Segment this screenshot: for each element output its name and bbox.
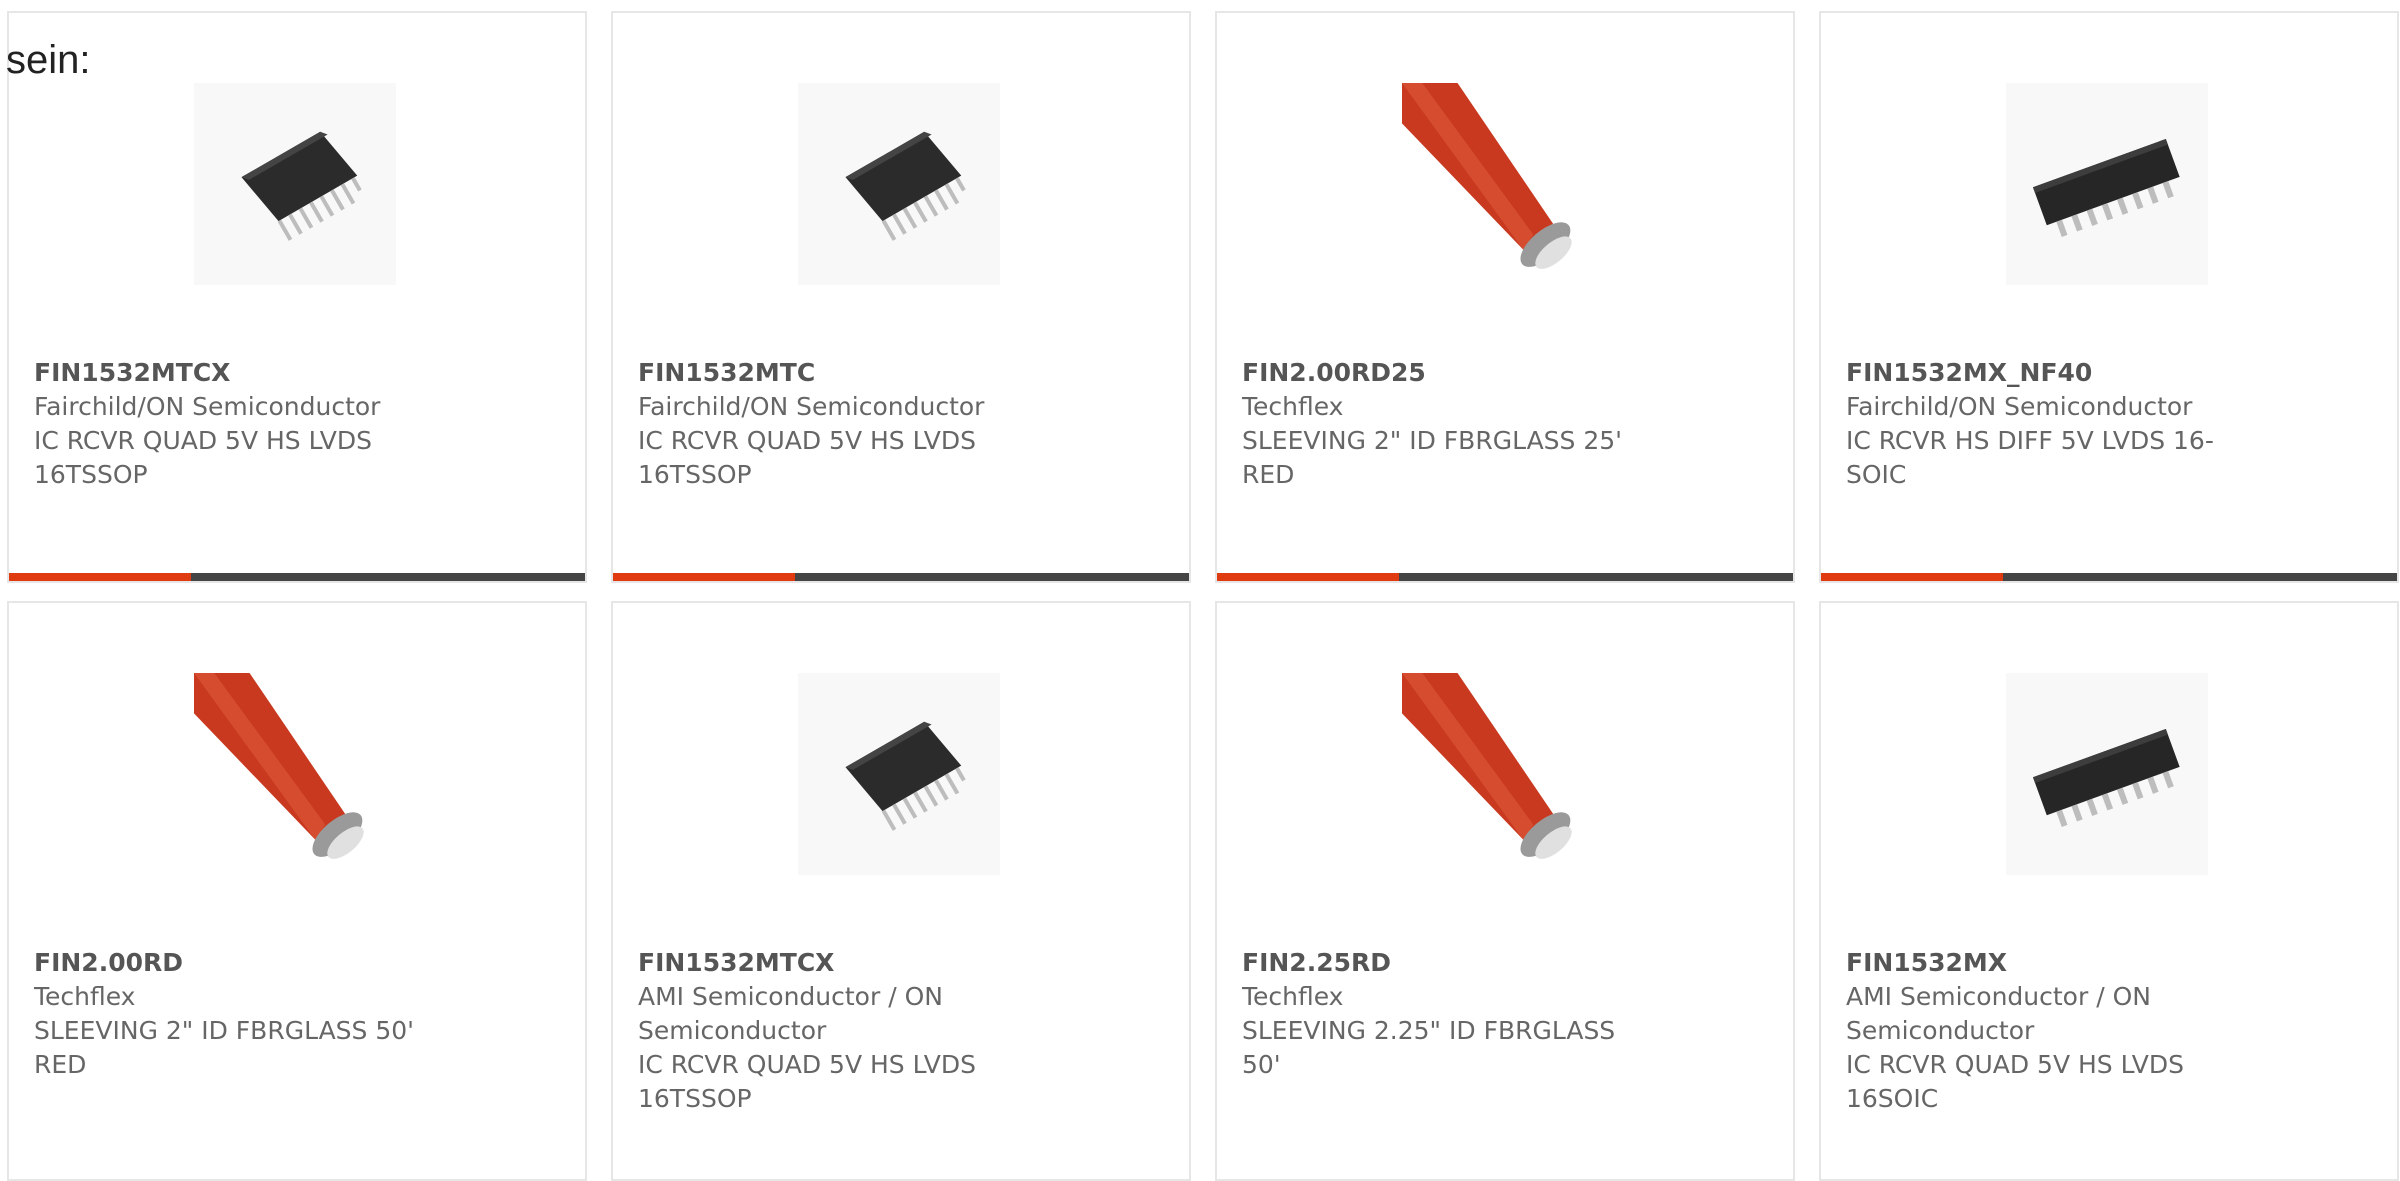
intro-text: sein: xyxy=(6,38,91,82)
tssop-chip-icon xyxy=(798,673,1000,875)
card-bottom-bar xyxy=(613,573,1189,581)
card-bottom-bar xyxy=(9,573,585,581)
description: IC RCVR QUAD 5V HS LVDS 16TSSOP xyxy=(638,426,977,489)
description: SLEEVING 2" ID FBRGLASS 50' RED xyxy=(34,1016,415,1079)
product-card[interactable]: FIN1532MTCX AMI Semiconductor / ON Semic… xyxy=(611,601,1191,1181)
red-sleeving-icon xyxy=(1402,83,1604,285)
red-sleeving-icon xyxy=(194,673,396,875)
soic-chip-icon xyxy=(2006,83,2208,285)
part-number[interactable]: FIN1532MX xyxy=(1846,946,2246,980)
product-card[interactable]: FIN2.00RD25 Techflex SLEEVING 2" ID FBRG… xyxy=(1215,11,1795,583)
description: IC RCVR QUAD 5V HS LVDS 16TSSOP xyxy=(638,1050,977,1113)
description: IC RCVR HS DIFF 5V LVDS 16-SOIC xyxy=(1846,426,2214,489)
product-card[interactable]: FIN2.25RD Techflex SLEEVING 2.25" ID FBR… xyxy=(1215,601,1795,1181)
soic-chip-icon xyxy=(2006,673,2208,875)
description: SLEEVING 2" ID FBRGLASS 25' RED xyxy=(1242,426,1623,489)
product-card[interactable]: FIN2.00RD Techflex SLEEVING 2" ID FBRGLA… xyxy=(7,601,587,1181)
tssop-chip-icon xyxy=(194,83,396,285)
part-number[interactable]: FIN2.00RD25 xyxy=(1242,356,1642,390)
card-bottom-bar xyxy=(1217,573,1793,581)
product-grid: FIN1532MTCX Fairchild/ON Semiconductor I… xyxy=(0,0,2400,1181)
tssop-chip-icon xyxy=(798,83,1000,285)
part-number[interactable]: FIN1532MTCX xyxy=(34,356,434,390)
part-number[interactable]: FIN1532MTCX xyxy=(638,946,1038,980)
manufacturer: AMI Semiconductor / ON Semiconductor xyxy=(1846,982,2151,1045)
manufacturer: AMI Semiconductor / ON Semiconductor xyxy=(638,982,943,1045)
manufacturer: Techflex xyxy=(34,982,136,1011)
part-number[interactable]: FIN1532MX_NF40 xyxy=(1846,356,2246,390)
product-card[interactable]: FIN1532MTCX Fairchild/ON Semiconductor I… xyxy=(7,11,587,583)
manufacturer: Fairchild/ON Semiconductor xyxy=(638,392,985,421)
description: SLEEVING 2.25" ID FBRGLASS 50' xyxy=(1242,1016,1616,1079)
part-number[interactable]: FIN2.25RD xyxy=(1242,946,1642,980)
part-number[interactable]: FIN2.00RD xyxy=(34,946,434,980)
product-card[interactable]: FIN1532MX_NF40 Fairchild/ON Semiconducto… xyxy=(1819,11,2399,583)
manufacturer: Techflex xyxy=(1242,392,1344,421)
description: IC RCVR QUAD 5V HS LVDS 16TSSOP xyxy=(34,426,373,489)
part-number[interactable]: FIN1532MTC xyxy=(638,356,1038,390)
manufacturer: Fairchild/ON Semiconductor xyxy=(34,392,381,421)
description: IC RCVR QUAD 5V HS LVDS 16SOIC xyxy=(1846,1050,2185,1113)
product-card[interactable]: FIN1532MX AMI Semiconductor / ON Semicon… xyxy=(1819,601,2399,1181)
product-card[interactable]: FIN1532MTC Fairchild/ON Semiconductor IC… xyxy=(611,11,1191,583)
manufacturer: Techflex xyxy=(1242,982,1344,1011)
red-sleeving-icon xyxy=(1402,673,1604,875)
manufacturer: Fairchild/ON Semiconductor xyxy=(1846,392,2193,421)
card-bottom-bar xyxy=(1821,573,2397,581)
